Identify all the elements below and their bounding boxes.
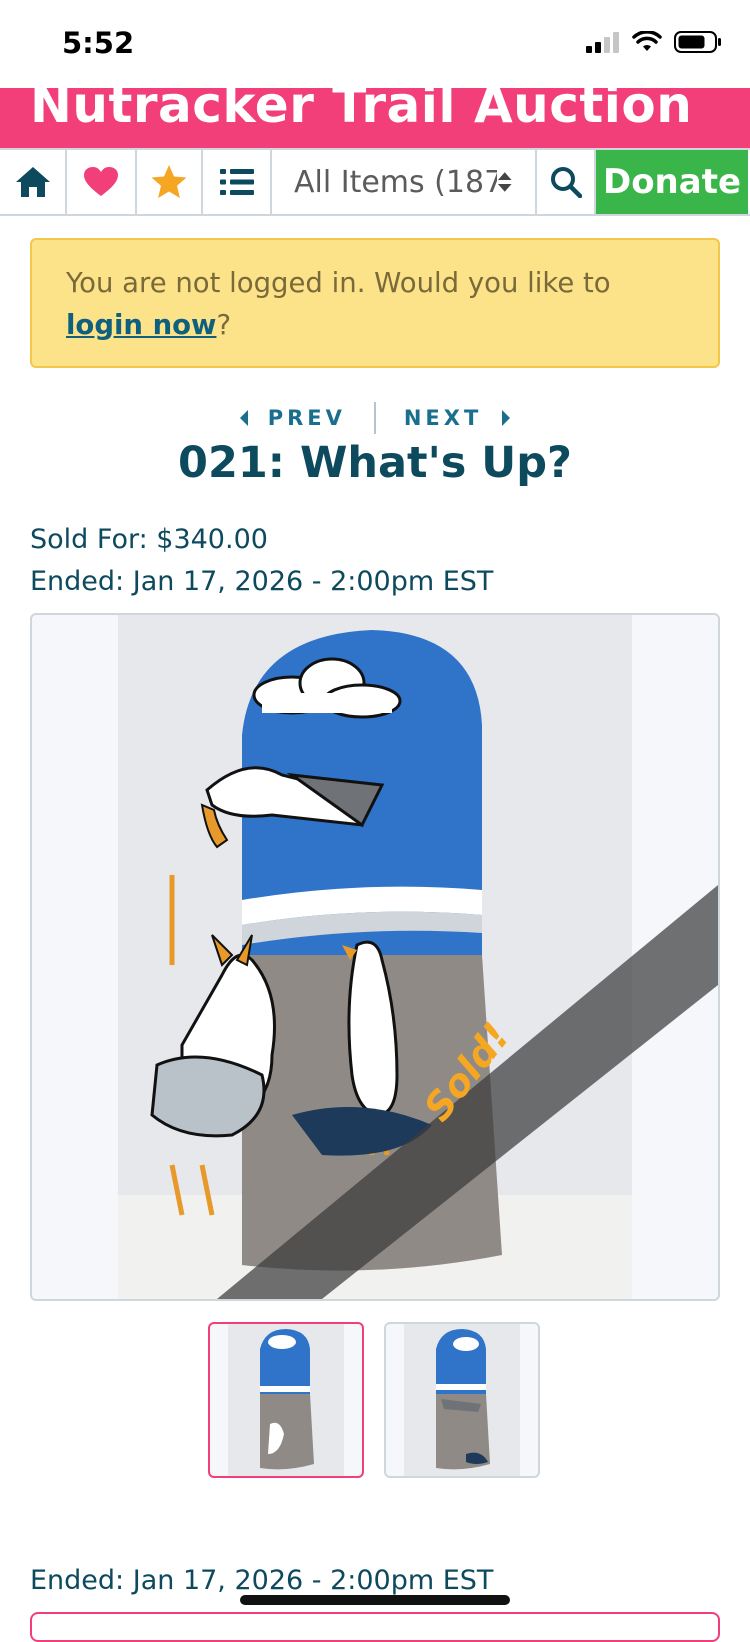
list-view-button[interactable] xyxy=(203,150,272,214)
battery-icon xyxy=(674,31,721,53)
search-icon xyxy=(550,167,582,198)
favorites-button[interactable] xyxy=(67,150,137,214)
thumbnail-2[interactable] xyxy=(384,1322,540,1478)
item-pager: PREV NEXT xyxy=(0,400,750,436)
donate-button[interactable]: Donate xyxy=(596,150,748,214)
chevron-right-icon xyxy=(502,410,511,426)
alert-text-end: ? xyxy=(216,309,232,341)
footer-ended-text: Ended: Jan 17, 2026 - 2:00pm EST xyxy=(30,1565,494,1596)
alert-text: You are not logged in. Would you like to xyxy=(66,267,611,299)
home-icon xyxy=(15,167,50,197)
home-button[interactable] xyxy=(0,150,67,214)
watchlist-button[interactable] xyxy=(137,150,203,214)
wifi-icon xyxy=(632,31,662,51)
home-indicator[interactable] xyxy=(240,1595,510,1605)
item-main-image[interactable]: Sold! xyxy=(30,613,720,1301)
sort-caret-icon xyxy=(498,172,513,192)
thumbnail-1[interactable] xyxy=(208,1322,364,1478)
sold-for-text: Sold For: $340.00 xyxy=(30,524,268,555)
category-select-value: All Items (187 xyxy=(294,164,498,200)
chevron-left-icon xyxy=(239,410,248,426)
prev-label: PREV xyxy=(267,406,346,430)
ended-text: Ended: Jan 17, 2026 - 2:00pm EST xyxy=(30,566,494,597)
status-time: 5:52 xyxy=(62,26,135,60)
gull-buoy-painting: Sold! xyxy=(118,615,718,1299)
search-button[interactable] xyxy=(537,150,596,214)
nav-bar: All Items (187 Donate xyxy=(0,148,750,216)
site-title[interactable]: Nutracker Trail Auction xyxy=(30,88,692,134)
pager-divider xyxy=(373,402,376,434)
list-icon xyxy=(219,169,254,195)
login-link[interactable]: login now xyxy=(66,309,216,341)
site-banner: Nutracker Trail Auction xyxy=(0,88,750,148)
heart-icon xyxy=(84,167,118,196)
next-label: NEXT xyxy=(403,406,483,430)
next-button[interactable]: NEXT xyxy=(404,406,512,430)
item-title: 021: What's Up? xyxy=(178,438,572,488)
status-bar: 5:52 xyxy=(0,0,750,88)
category-select[interactable]: All Items (187 xyxy=(272,150,537,214)
login-alert: You are not logged in. Would you like to… xyxy=(30,238,720,368)
thumbnail-1-image xyxy=(228,1324,344,1476)
star-icon xyxy=(151,165,187,198)
bid-panel-edge xyxy=(30,1612,720,1642)
signal-icon xyxy=(586,32,619,53)
prev-button[interactable]: PREV xyxy=(238,406,346,430)
status-icons xyxy=(586,30,722,54)
thumbnail-2-image xyxy=(404,1324,520,1476)
